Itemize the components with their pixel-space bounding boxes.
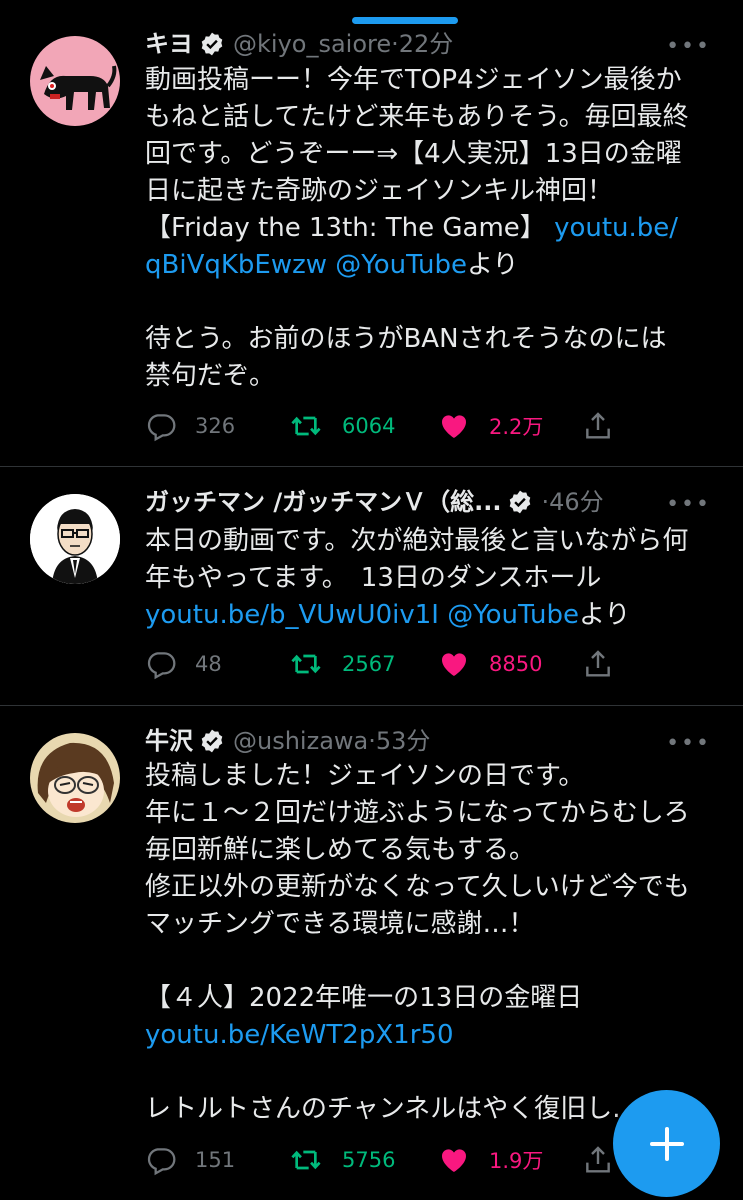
tweet-text: 動画投稿ーー！今年でTOP4ジェイソン最後か もねと話してたけど来年もありそう。… <box>145 62 723 395</box>
retweet-icon <box>291 416 321 436</box>
share-icon <box>586 412 610 439</box>
tweet-actions: 326 6064 2.2万 <box>145 406 625 446</box>
reply-button[interactable]: 151 <box>145 1140 235 1180</box>
divider <box>0 466 743 467</box>
like-count: 8850 <box>489 652 543 676</box>
verified-badge-icon <box>199 31 225 57</box>
tweet-text: 本日の動画です。次が絶対最後と言いながら何 年もやってます。 13日のダンスホー… <box>145 523 723 634</box>
separator-dot: · <box>368 727 376 755</box>
pull-refresh-indicator <box>352 17 458 24</box>
username[interactable]: @kiyo_saiore <box>233 29 391 59</box>
reply-button[interactable]: 48 <box>145 644 222 684</box>
text-line: 修正以外の更新がなくなって久しいけど今でも <box>145 872 690 902</box>
text-line: 待とう。お前のほうがBANされそうなのには <box>145 324 667 354</box>
reply-button[interactable]: 326 <box>145 406 235 446</box>
like-button[interactable]: 2.2万 <box>437 406 543 446</box>
text-line: 禁句だぞ。 <box>145 361 276 391</box>
text-segment: より <box>467 250 519 280</box>
more-icon[interactable]: ••• <box>666 733 711 755</box>
text-line: マッチングできる環境に感謝…！ <box>145 909 535 939</box>
text-line: 【４人】2022年唯一の13日の金曜日 <box>145 983 583 1013</box>
comment-icon <box>147 414 176 442</box>
timestamp[interactable]: 53分 <box>376 726 431 756</box>
tweet-header: 牛沢 @ushizawa · 53分 <box>145 723 723 759</box>
share-button[interactable] <box>582 406 614 446</box>
share-icon <box>586 1146 610 1173</box>
text-line: 投稿しました！ジェイソンの日です。 <box>145 761 585 791</box>
tweet-actions: 151 5756 1.9万 <box>145 1140 625 1180</box>
link[interactable]: youtu.be/b_VUwU0iv1I @YouTube <box>145 600 579 630</box>
link[interactable]: youtu.be/ <box>554 213 678 243</box>
share-button[interactable] <box>582 1140 614 1180</box>
text-line: 年に１〜２回だけ遊ぶようになってからむしろ <box>145 798 690 828</box>
timestamp[interactable]: 22分 <box>399 29 454 59</box>
text-line: 【Friday the 13th: The Game】 youtu.be/ <box>145 210 723 247</box>
text-line: 回です。どうぞーー⇒【4人実況】13日の金曜 <box>145 139 682 169</box>
compose-button[interactable] <box>613 1090 720 1197</box>
avatar[interactable] <box>30 36 120 126</box>
heart-icon <box>441 415 467 438</box>
text-segment: より <box>578 600 631 630</box>
retweet-count: 5756 <box>342 1148 396 1172</box>
heart-icon <box>441 1149 467 1172</box>
text-line: 動画投稿ーー！今年でTOP4ジェイソン最後か <box>145 65 682 95</box>
tweet-actions: 48 2567 8850 <box>145 644 625 684</box>
tweet-text: 投稿しました！ジェイソンの日です。 年に１〜２回だけ遊ぶようになってからむしろ … <box>145 758 723 1128</box>
link[interactable]: qBiVqKbEwzw @YouTube <box>145 250 467 280</box>
avatar[interactable] <box>30 494 120 584</box>
timestamp[interactable]: 46分 <box>549 487 604 517</box>
compose-plus-icon <box>649 1126 684 1161</box>
separator-dot: · <box>391 30 399 58</box>
display-name[interactable]: ガッチマン /ガッチマンＶ（総... <box>145 487 501 517</box>
tweet-header: ガッチマン /ガッチマンＶ（総... · 46分 <box>145 484 723 520</box>
text-line: 毎回新鮮に楽しめてる気もする。 <box>145 835 536 865</box>
more-icon[interactable]: ••• <box>666 36 711 58</box>
reply-count: 151 <box>195 1148 236 1172</box>
text-line: youtu.be/b_VUwU0iv1I @YouTubeより <box>145 597 723 634</box>
man-avatar-image <box>30 494 120 584</box>
verified-badge-icon <box>507 489 533 515</box>
retweet-count: 2567 <box>342 652 396 676</box>
like-count: 1.9万 <box>489 1149 544 1173</box>
reply-count: 326 <box>195 414 236 438</box>
display-name[interactable]: 牛沢 <box>145 726 193 756</box>
glasses-avatar-image <box>30 733 120 823</box>
comment-icon <box>147 652 176 680</box>
avatar[interactable] <box>30 733 120 823</box>
share-button[interactable] <box>582 644 614 684</box>
verified-badge-icon <box>199 728 225 754</box>
like-button[interactable]: 8850 <box>437 644 542 684</box>
heart-icon <box>441 653 467 676</box>
retweet-button[interactable]: 5756 <box>288 1140 395 1180</box>
comment-icon <box>147 1148 176 1176</box>
text-line: youtu.be/KeWT2pX1r50 <box>145 1017 723 1054</box>
retweet-icon <box>291 654 321 674</box>
cat-avatar-image <box>30 36 120 126</box>
text-line: もねと話してたけど来年もありそう。毎回最終 <box>145 102 689 132</box>
separator-dot: · <box>541 488 550 516</box>
share-icon <box>586 650 610 677</box>
divider <box>0 705 743 706</box>
text-line: 年もやってます。 13日のダンスホール <box>145 563 602 593</box>
retweet-count: 6064 <box>342 414 396 438</box>
link[interactable]: youtu.be/KeWT2pX1r50 <box>145 1020 453 1050</box>
like-count: 2.2万 <box>489 415 544 439</box>
text-line: qBiVqKbEwzw @YouTubeより <box>145 247 723 284</box>
more-icon[interactable]: ••• <box>666 494 711 516</box>
display-name[interactable]: キヨ <box>145 29 193 59</box>
retweet-icon <box>291 1150 321 1170</box>
username[interactable]: @ushizawa <box>233 726 368 756</box>
text-segment: 【Friday the 13th: The Game】 <box>145 213 555 243</box>
reply-count: 48 <box>195 652 222 676</box>
retweet-button[interactable]: 2567 <box>288 644 395 684</box>
tweet-header: キヨ @kiyo_saiore · 22分 <box>145 26 723 62</box>
text-line: 日に起きた奇跡のジェイソンキル神回！ <box>145 176 614 206</box>
like-button[interactable]: 1.9万 <box>437 1140 543 1180</box>
text-line: 本日の動画です。次が絶対最後と言いながら何 <box>145 526 689 556</box>
retweet-button[interactable]: 6064 <box>288 406 395 446</box>
